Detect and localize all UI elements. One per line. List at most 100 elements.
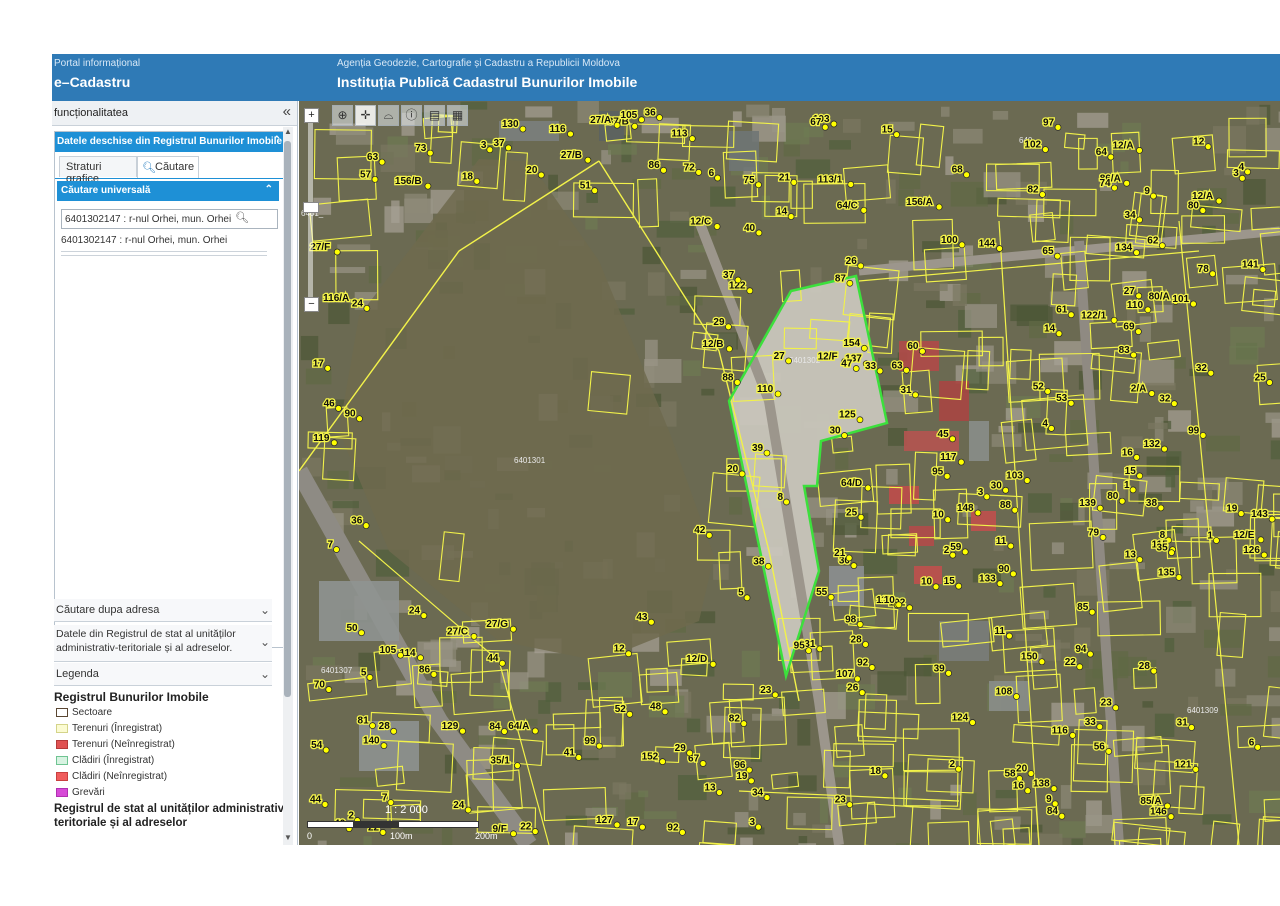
address-point xyxy=(514,762,521,769)
terrain-patch xyxy=(885,179,896,204)
parcel-number-label: 31 xyxy=(900,385,912,396)
parcel-number-label: 35 xyxy=(1157,543,1169,554)
address-search-section[interactable]: Căutare dupa adresa ⌄ xyxy=(54,599,272,622)
address-point xyxy=(919,347,926,355)
orthophoto-map-canvas[interactable]: 64013016401302640130764013096406401_156/… xyxy=(299,101,1280,845)
address-point xyxy=(1136,146,1143,154)
address-point xyxy=(659,758,666,765)
terrain-patch xyxy=(1267,656,1280,678)
parcel-number-label: 97 xyxy=(1043,117,1055,128)
search-result-item[interactable]: 6401302147 : r-nul Orhei, mun. Orhei xyxy=(61,235,267,252)
measure-icon[interactable]: ⌓ xyxy=(378,105,399,126)
parcel-number-label: 84 xyxy=(1047,806,1059,817)
pan-icon[interactable]: ✛ xyxy=(355,105,376,126)
parcel-number-label: 15 xyxy=(944,576,956,587)
parcel-number-label: 12/A xyxy=(1192,191,1213,202)
terrain-patch xyxy=(729,497,743,515)
address-point xyxy=(363,304,371,312)
parcel-number-label: 156/B xyxy=(395,176,422,187)
scroll-up-icon[interactable]: ▲ xyxy=(283,127,293,139)
chevron-down-icon[interactable]: ⌄ xyxy=(260,667,270,681)
print-icon[interactable]: ▦ xyxy=(447,105,468,126)
address-point xyxy=(333,248,341,256)
parcel-number-label: 133 xyxy=(979,574,996,585)
terrain-patch xyxy=(644,359,682,383)
zoom-slider-handle[interactable] xyxy=(303,202,319,213)
address-point xyxy=(631,122,639,130)
parcel-number-label: 33 xyxy=(865,361,877,372)
legend-item-label: Grevări xyxy=(72,787,105,798)
open-data-panel-header[interactable]: Datele deschise din Registrul Bunurilor … xyxy=(55,132,283,152)
parcel-number-label: 101 xyxy=(1172,294,1189,305)
chevron-up-icon[interactable]: ⌃ xyxy=(273,135,281,146)
layers-icon[interactable]: ▤ xyxy=(424,105,445,126)
zoom-box-icon[interactable]: ⊕ xyxy=(332,105,353,126)
address-point xyxy=(321,801,329,808)
terrain-patch xyxy=(1243,179,1266,205)
terrain-patch xyxy=(1122,122,1142,141)
parcel-number-label: 62 xyxy=(1147,236,1159,247)
address-point xyxy=(912,391,919,399)
parcel-number-label: 125 xyxy=(839,410,856,421)
parcel-number-label: 102 xyxy=(1024,140,1041,151)
address-point xyxy=(1199,207,1207,214)
info-icon[interactable]: ⓘ xyxy=(401,105,422,126)
address-point xyxy=(1167,813,1175,820)
parcel-number-label: 10 xyxy=(921,577,933,588)
parcel-number-label: 27 xyxy=(1124,286,1136,297)
chevron-down-icon[interactable]: ⌄ xyxy=(260,603,270,617)
legend-label: Legenda xyxy=(56,668,99,680)
address-point xyxy=(850,562,858,569)
address-point xyxy=(1011,506,1019,514)
parcel-number-label: 64 xyxy=(1096,147,1108,158)
address-point xyxy=(1042,146,1049,153)
cadastral-map[interactable]: 64013016401302640130764013096406401_156/… xyxy=(299,101,1280,845)
address-point xyxy=(369,722,376,729)
address-point xyxy=(430,670,438,678)
parcel-number-label: 18 xyxy=(462,171,474,182)
universal-search-header[interactable]: Căutare universală ⌃ xyxy=(57,181,279,201)
parcel-number-label: 100 xyxy=(941,235,958,246)
collapse-sidebar-icon[interactable]: « xyxy=(283,103,291,120)
tab-graphic-layers[interactable]: Straturi grafice xyxy=(59,156,137,185)
scroll-thumb[interactable] xyxy=(284,141,291,697)
address-point xyxy=(862,641,869,648)
terrain-patch xyxy=(857,238,867,250)
zoom-in-button[interactable]: + xyxy=(304,108,319,123)
terrain-patch xyxy=(1226,274,1258,285)
parcel-number-label: 96 xyxy=(734,760,746,771)
address-point xyxy=(856,416,864,424)
address-point xyxy=(944,516,952,524)
chevron-up-icon[interactable]: ⌃ xyxy=(265,184,273,195)
parcel-number-label: 2 xyxy=(944,545,950,556)
address-point xyxy=(1164,802,1171,810)
building xyxy=(939,381,969,421)
legend-section[interactable]: Legenda ⌄ xyxy=(54,663,272,686)
address-point xyxy=(362,522,370,529)
zoom-out-button[interactable]: − xyxy=(304,297,319,312)
parcel-number-label: 84 xyxy=(489,721,501,732)
parcel-number-label: 2 xyxy=(950,759,956,770)
address-point xyxy=(1055,330,1063,338)
address-point xyxy=(1050,785,1058,792)
terrain-patch xyxy=(1204,629,1242,648)
scroll-down-icon[interactable]: ▼ xyxy=(283,833,293,845)
address-point xyxy=(733,379,741,386)
parcel-number-label: 113/1 xyxy=(818,174,843,185)
address-point xyxy=(893,131,900,139)
chevron-down-icon[interactable]: ⌄ xyxy=(260,635,270,649)
parcel-number-label: 80 xyxy=(1188,200,1200,211)
parcel-number-label: 75 xyxy=(744,175,756,186)
address-point xyxy=(1237,510,1245,517)
address-point xyxy=(726,345,733,353)
address-point xyxy=(847,181,855,188)
legend-swatch xyxy=(56,708,68,717)
portal-title[interactable]: e–Cadastru xyxy=(54,74,130,90)
search-button-icon[interactable]: 🔍︎ xyxy=(233,211,251,227)
parcel-number-label: 82 xyxy=(729,714,741,725)
address-point xyxy=(771,691,779,699)
tab-search[interactable]: 🔍︎ Căutare xyxy=(137,156,199,178)
registry-section[interactable]: Datele din Registrul de stat al unitățil… xyxy=(54,625,272,662)
sidebar-scrollbar[interactable]: ▲ ▼ xyxy=(283,127,293,845)
address-point xyxy=(1107,153,1115,161)
